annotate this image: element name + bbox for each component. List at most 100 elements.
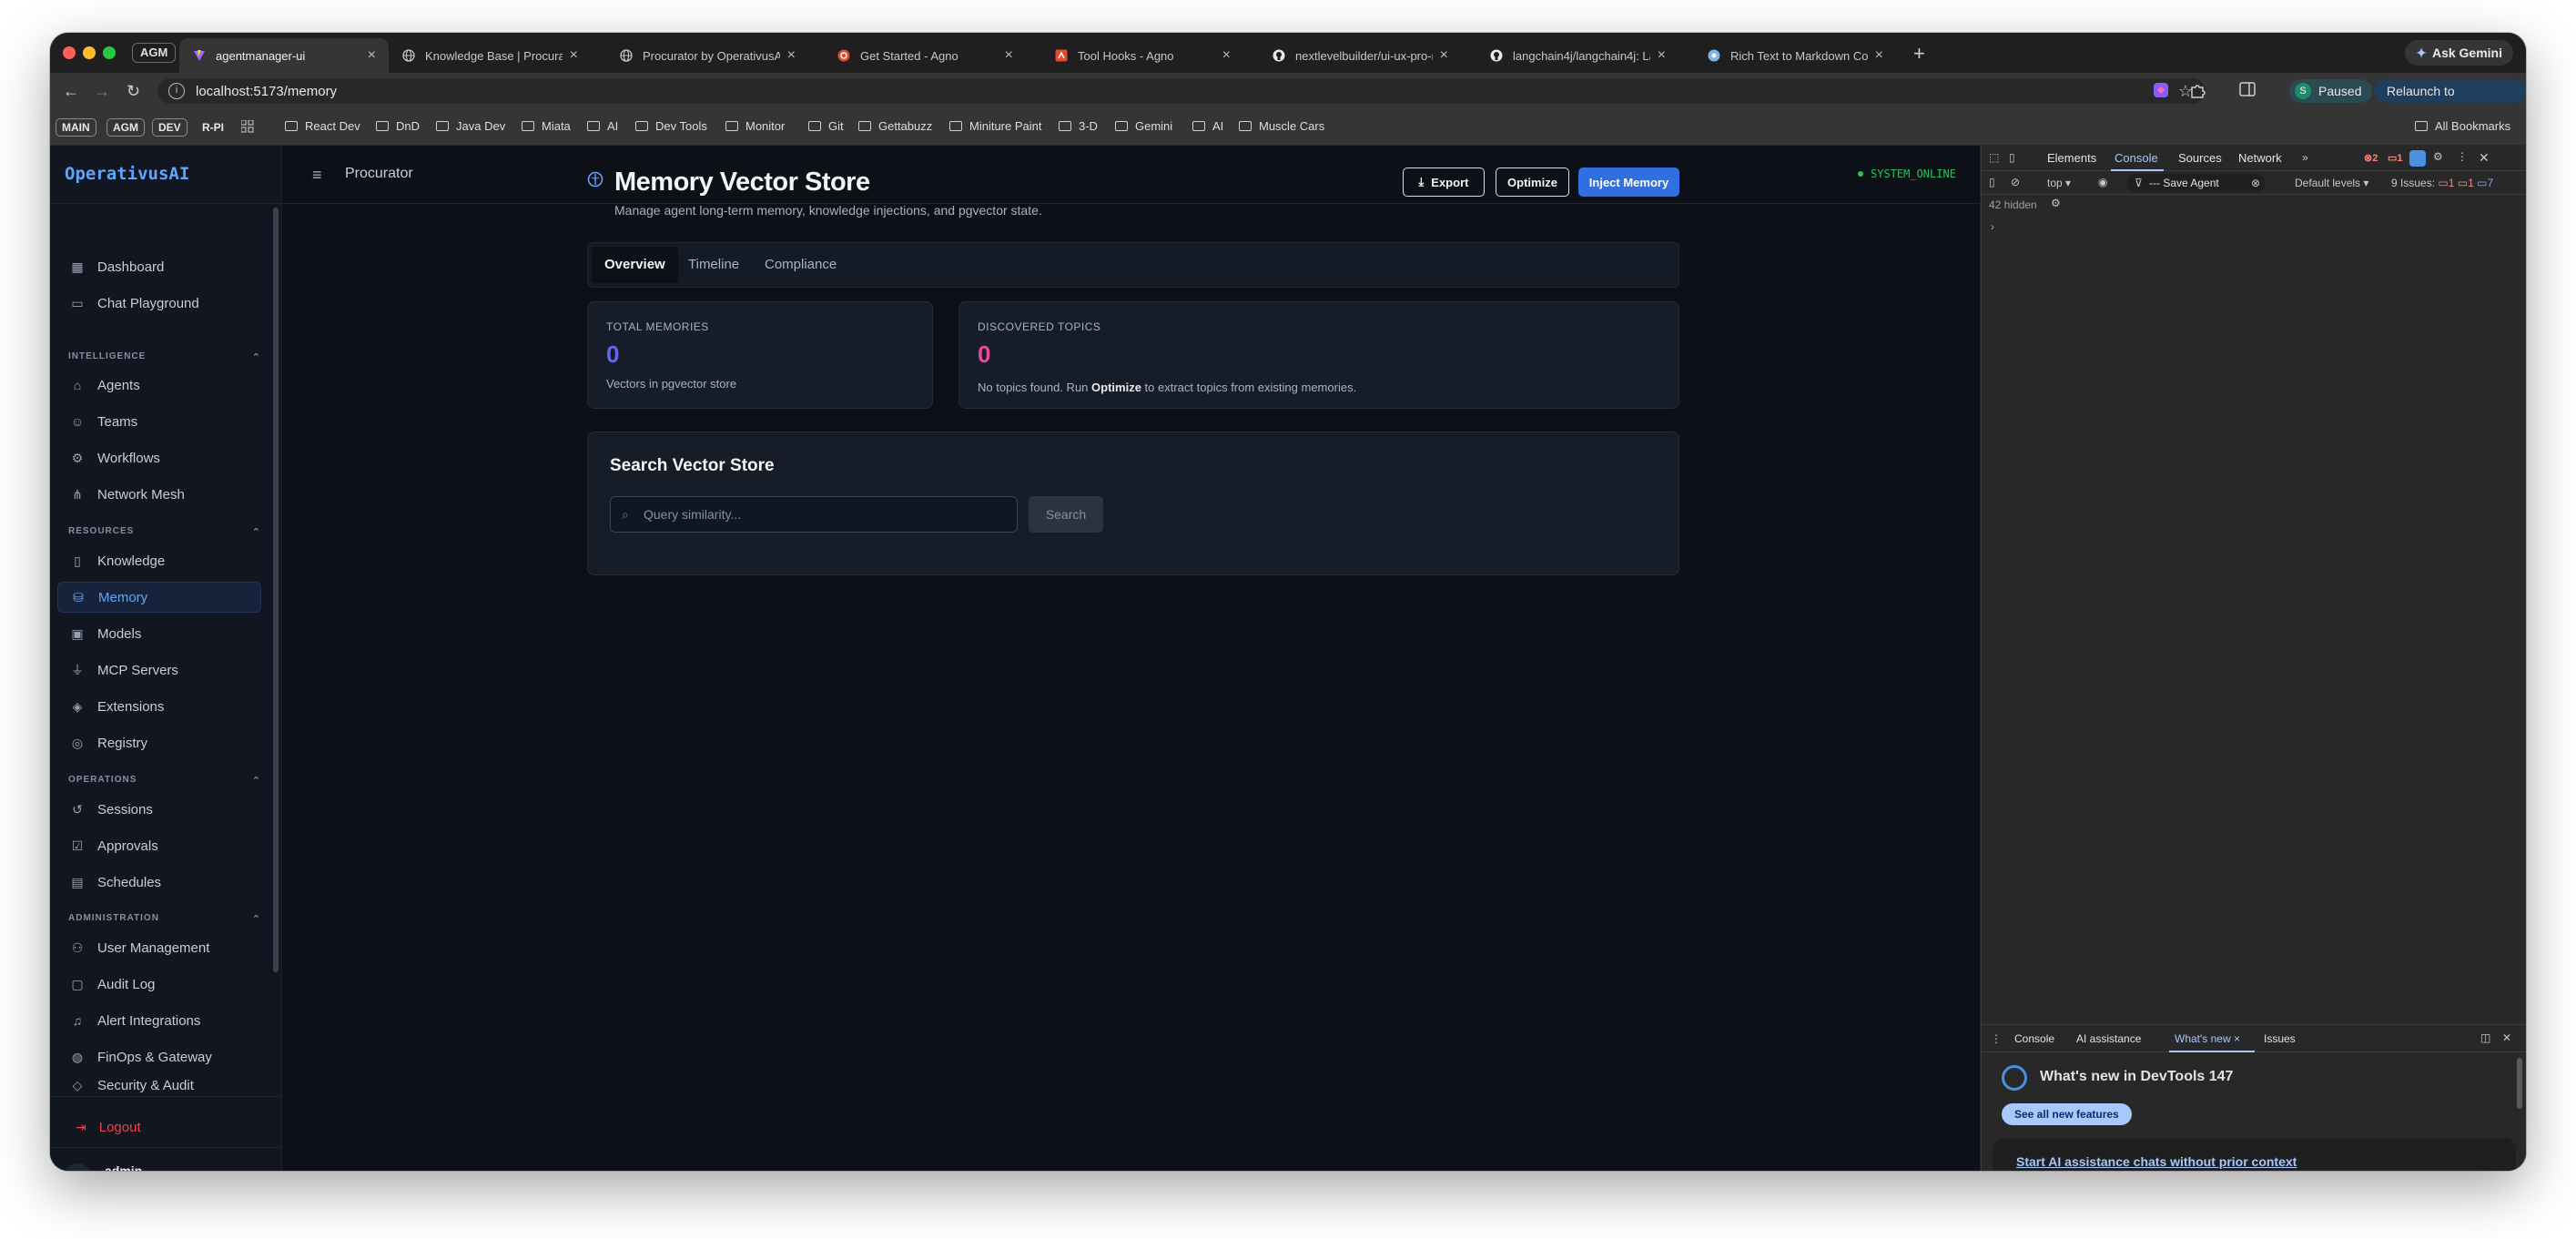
side-panel-icon[interactable] <box>2239 82 2256 101</box>
apps-grid-icon[interactable] <box>241 120 254 133</box>
bookmark-folder[interactable]: React Dev <box>285 119 360 133</box>
bookmark-folder[interactable]: Monitor <box>725 119 785 133</box>
console-settings-icon[interactable]: ⚙ <box>2051 197 2061 209</box>
menu-icon[interactable]: ≡ <box>312 166 322 185</box>
bookmark-folder[interactable]: Dev Tools <box>635 119 707 133</box>
search-button[interactable]: Search <box>1029 496 1103 533</box>
tab-compliance[interactable]: Compliance <box>752 247 849 283</box>
more-tabs-icon[interactable]: » <box>2302 151 2308 164</box>
search-input[interactable]: ⌕ Query similarity... <box>610 496 1018 533</box>
browser-tab[interactable]: nextlevelbuilder/ui-ux-pro-m × <box>1259 38 1461 73</box>
sidebar-item-extensions[interactable]: ◈ Extensions <box>57 691 261 722</box>
address-bar[interactable]: i localhost:5173/memory ☆ <box>157 78 2206 104</box>
back-arrow-icon[interactable]: ← <box>63 82 79 101</box>
close-tab-icon[interactable]: × <box>1658 47 1666 64</box>
tab-group-pill[interactable]: AGM <box>132 43 177 63</box>
settings-gear-icon[interactable]: ⚙ <box>2433 150 2443 163</box>
sidebar-item-schedules[interactable]: ▤ Schedules <box>57 867 261 898</box>
relaunch-button[interactable]: Relaunch to update⋮ <box>2374 79 2526 122</box>
warning-count-badge[interactable]: ▭1 <box>2388 152 2403 164</box>
close-devtools-icon[interactable]: ✕ <box>2479 150 2490 166</box>
close-tab-icon[interactable]: × <box>787 47 796 64</box>
bookmark-folder[interactable]: Git <box>808 119 844 133</box>
export-button[interactable]: ⤓ Export <box>1403 168 1485 197</box>
sidebar-item-agents[interactable]: ⌂ Agents <box>57 370 261 401</box>
sidebar-item-security-audit[interactable]: ◇ Security & Audit <box>57 1078 261 1094</box>
sidebar-item-registry[interactable]: ◎ Registry <box>57 727 261 758</box>
bookmark-folder[interactable]: Muscle Cars <box>1239 119 1324 133</box>
browser-tab[interactable]: langchain4j/langchain4j: Lang × <box>1476 38 1678 73</box>
dock-side-icon[interactable]: ◫ <box>2480 1031 2490 1044</box>
copilot-icon[interactable] <box>2409 150 2426 167</box>
close-drawer-icon[interactable]: ✕ <box>2502 1031 2511 1044</box>
bookmark-group-pill[interactable]: DEV <box>152 118 188 137</box>
inspect-element-icon[interactable]: ⬚ <box>1989 151 1999 164</box>
reload-icon[interactable]: ↻ <box>127 82 140 101</box>
drawer-tab-ai-assistance[interactable]: AI assistance <box>2076 1032 2141 1045</box>
devtools-tab-sources[interactable]: Sources <box>2178 151 2222 165</box>
browser-tab[interactable]: Rich Text to Markdown Conve × <box>1694 38 1896 73</box>
browser-tab[interactable]: Tool Hooks - Agno × <box>1041 38 1243 73</box>
bookmark-folder[interactable]: DnD <box>376 119 420 133</box>
clear-console-icon[interactable]: ⊘ <box>2011 176 2020 188</box>
live-expression-eye-icon[interactable]: ◉ <box>2098 176 2107 188</box>
close-tab-icon[interactable]: × <box>1440 47 1448 64</box>
sidebar-toggle-icon[interactable]: ▯ <box>1989 176 1995 188</box>
close-tab-icon[interactable]: × <box>2234 1032 2240 1045</box>
extension-icon[interactable] <box>2153 82 2169 103</box>
bookmark-folder[interactable]: Java Dev <box>436 119 505 133</box>
browser-tab[interactable]: agentmanager-ui × <box>179 38 389 73</box>
devtools-tab-elements[interactable]: Elements <box>2047 151 2096 165</box>
issues-counter[interactable]: 9 Issues: ▭1 ▭1 ▭7 <box>2391 177 2493 189</box>
sidebar-item-workflows[interactable]: ⚙ Workflows <box>57 442 261 473</box>
site-info-icon[interactable]: i <box>168 83 185 99</box>
bookmark-folder[interactable]: Gettabuzz <box>858 119 932 133</box>
browser-tab[interactable]: Get Started - Agno × <box>824 38 1026 73</box>
console-prompt[interactable]: › <box>1991 220 1994 233</box>
url-text[interactable]: localhost:5173/memory <box>196 84 337 99</box>
sidebar-item-models[interactable]: ▣ Models <box>57 618 261 649</box>
new-tab-button[interactable]: + <box>1913 42 1925 66</box>
section-header-intelligence[interactable]: INTELLIGENCE ⌃ <box>68 351 261 363</box>
sidebar-item-approvals[interactable]: ☑ Approvals <box>57 830 261 861</box>
console-filter-input[interactable]: ⊽ --- Save Agent ⊗ <box>2127 174 2266 192</box>
bookmark-folder[interactable]: Miniture Paint <box>949 119 1041 133</box>
optimize-button[interactable]: Optimize <box>1496 168 1569 197</box>
sidebar-item-user-management[interactable]: ⚇ User Management <box>57 932 261 963</box>
bookmark-folder[interactable]: Miata <box>522 119 571 133</box>
clear-filter-icon[interactable]: ⊗ <box>2251 174 2260 192</box>
drawer-menu-icon[interactable]: ⋮ <box>1991 1032 2002 1045</box>
tab-timeline[interactable]: Timeline <box>675 247 752 283</box>
close-tab-icon[interactable]: × <box>1875 47 1883 64</box>
sidebar-item-audit-log[interactable]: ▢ Audit Log <box>57 969 261 1000</box>
close-tab-icon[interactable]: × <box>570 47 578 64</box>
puzzle-extensions-icon[interactable] <box>2189 82 2206 103</box>
drawer-tab-issues[interactable]: Issues <box>2264 1032 2296 1045</box>
browser-tab[interactable]: Knowledge Base | Procurator × <box>389 38 591 73</box>
close-tab-icon[interactable]: × <box>1222 47 1231 64</box>
see-all-features-button[interactable]: See all new features <box>2002 1103 2132 1125</box>
sidebar-item-knowledge[interactable]: ▯ Knowledge <box>57 545 261 576</box>
sidebar-item-memory[interactable]: ⛁ Memory <box>57 582 261 613</box>
context-selector[interactable]: top ▾ <box>2047 177 2071 189</box>
drawer-scrollbar[interactable] <box>2517 1058 2522 1109</box>
sidebar-item-alert-integrations[interactable]: ♫ Alert Integrations <box>57 1005 261 1036</box>
bookmark-group-pill[interactable]: AGM <box>106 118 145 137</box>
bookmark-folder[interactable]: AI <box>1192 119 1223 133</box>
inject-memory-button[interactable]: Inject Memory <box>1578 168 1679 197</box>
app-logo[interactable]: OperativusAI <box>65 164 189 184</box>
logout-button[interactable]: ⇥ Logout <box>76 1120 141 1135</box>
drawer-tab-console[interactable]: Console <box>2014 1032 2054 1045</box>
browser-tab[interactable]: Procurator by OperativusAI | × <box>606 38 808 73</box>
sidebar-item-sessions[interactable]: ↺ Sessions <box>57 794 261 825</box>
device-toolbar-icon[interactable]: ▯ <box>2009 151 2015 164</box>
close-window-button[interactable] <box>63 46 76 59</box>
tab-overview[interactable]: Overview <box>592 247 678 283</box>
sidebar-item-teams[interactable]: ☺ Teams <box>57 406 261 437</box>
sidebar-scrollbar[interactable] <box>273 208 279 972</box>
error-count-badge[interactable]: ⊗2 <box>2364 152 2378 164</box>
bookmark-folder[interactable]: 3-D <box>1059 119 1098 133</box>
close-tab-icon[interactable]: × <box>368 47 376 64</box>
close-tab-icon[interactable]: × <box>1005 47 1013 64</box>
forward-arrow-icon[interactable]: → <box>94 82 110 101</box>
